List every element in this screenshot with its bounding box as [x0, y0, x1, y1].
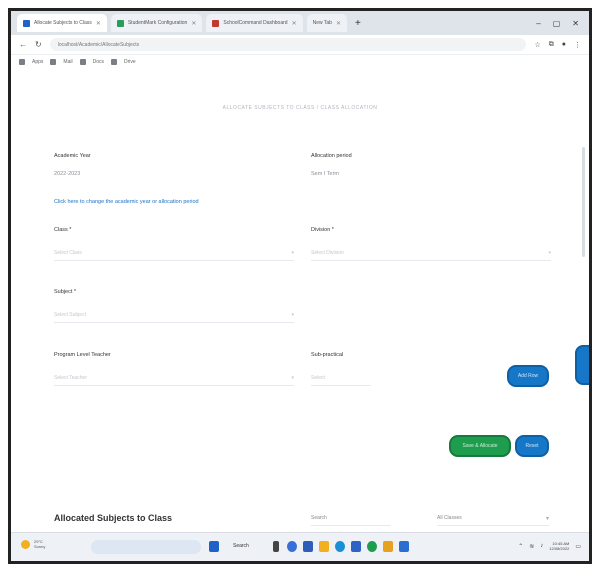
- page-content: ALLOCATE SUBJECTS TO CLASS / CLASS ALLOC…: [11, 69, 589, 539]
- teacher-placeholder: Select Teacher: [54, 374, 87, 381]
- mail-icon[interactable]: [351, 541, 361, 552]
- cursor-app-icon[interactable]: [273, 541, 279, 552]
- taskbar-search-label[interactable]: Search: [233, 543, 249, 549]
- allocated-subjects-title: Allocated Subjects to Class: [54, 513, 173, 523]
- division-label: Division *: [311, 227, 334, 233]
- division-placeholder: Select Division: [311, 249, 344, 256]
- tab-favicon-icon: [116, 19, 124, 27]
- close-icon[interactable]: ✕: [96, 20, 101, 27]
- bookmark-icon: [19, 59, 25, 65]
- subpractical-select[interactable]: Select: [311, 370, 371, 386]
- tab-label: SchoolCommand Dashboard: [223, 20, 288, 26]
- star-icon[interactable]: ☆: [534, 41, 540, 49]
- clock-date: 12/08/2022: [549, 546, 570, 551]
- teacher-label: Program Level Teacher: [54, 352, 111, 358]
- subpractical-label: Sub-practical: [311, 352, 344, 358]
- allocation-period-value: Sem I Term: [311, 171, 340, 177]
- tab-favicon-icon: [212, 19, 220, 27]
- chevron-up-icon[interactable]: ⌃: [518, 543, 523, 550]
- academic-year-value: 2022-2023: [54, 171, 81, 177]
- tab-new[interactable]: New Tab ✕: [306, 14, 347, 32]
- feedback-side-tab[interactable]: [575, 345, 589, 385]
- search-placeholder: Search: [311, 515, 327, 521]
- subpractical-placeholder: Select: [311, 374, 325, 381]
- weather-desc: Sunny: [34, 544, 46, 549]
- sun-icon: [21, 539, 30, 549]
- close-icon[interactable]: ✕: [336, 20, 341, 27]
- bookmarks-bar: Apps Mail Docs Drive: [11, 55, 589, 69]
- chevron-down-icon: ▾: [291, 374, 294, 381]
- start-icon[interactable]: [209, 541, 219, 552]
- reload-icon[interactable]: ↻: [35, 40, 42, 49]
- tab-allocate[interactable]: Allocate Subjects to Class ✕: [17, 14, 107, 32]
- tab-label: Allocate Subjects to Class: [34, 20, 92, 26]
- menu-icon[interactable]: ⋮: [574, 41, 581, 49]
- change-period-link[interactable]: Click here to change the academic year o…: [54, 199, 199, 205]
- bookmark-item[interactable]: Apps: [32, 59, 43, 65]
- chat-icon[interactable]: [287, 541, 297, 552]
- minimize-icon[interactable]: –: [536, 19, 540, 28]
- bookmark-icon: [50, 59, 57, 65]
- close-window-icon[interactable]: ✕: [572, 19, 579, 28]
- edge-icon[interactable]: [335, 541, 345, 552]
- close-icon[interactable]: ✕: [191, 20, 196, 27]
- class-filter-value: All Classes: [437, 515, 462, 521]
- tab-favicon-icon: [23, 19, 30, 27]
- page-title: ALLOCATE SUBJECTS TO CLASS / CLASS ALLOC…: [222, 105, 378, 111]
- chevron-down-icon: ▾: [291, 311, 294, 318]
- clock[interactable]: 10:45 AM 12/08/2022: [549, 541, 569, 551]
- class-filter-select[interactable]: All Classes ▾: [437, 511, 549, 526]
- back-icon[interactable]: ←: [19, 40, 27, 49]
- extensions-icon[interactable]: ⧉: [549, 41, 554, 49]
- bookmark-icon: [110, 59, 117, 65]
- address-bar: ← ↻ localhost/Academic/AllocateSubjects …: [11, 35, 589, 55]
- new-tab-button[interactable]: +: [351, 18, 365, 29]
- tab-strip: Allocate Subjects to Class ✕ StudentMark…: [11, 11, 589, 35]
- class-label: Class *: [54, 227, 72, 233]
- bookmark-item[interactable]: Mail: [63, 59, 72, 65]
- app-icon[interactable]: [383, 541, 393, 552]
- tab-dashboard[interactable]: SchoolCommand Dashboard ✕: [206, 14, 303, 32]
- wifi-icon[interactable]: ≋: [529, 543, 534, 550]
- reset-button[interactable]: Reset: [515, 435, 549, 457]
- class-placeholder: Select Class: [54, 249, 82, 256]
- subject-label: Subject *: [54, 289, 77, 295]
- save-allocate-button[interactable]: Save & Allocate: [449, 435, 511, 457]
- system-tray: ⌃ ≋ ♪ 10:45 AM 12/08/2022 ▭: [518, 541, 581, 551]
- page-scrollbar[interactable]: [582, 147, 585, 257]
- url-text: localhost/Academic/AllocateSubjects: [57, 41, 140, 48]
- tab-label: StudentMark Configuration: [127, 20, 188, 26]
- class-select[interactable]: Select Class ▾: [54, 245, 294, 261]
- bookmark-icon: [79, 59, 86, 65]
- maximize-icon[interactable]: ▢: [553, 19, 561, 28]
- folder-icon[interactable]: [319, 541, 329, 552]
- subject-select[interactable]: Select Subject ▾: [54, 307, 294, 323]
- allocation-period-label: Allocation period: [311, 153, 352, 159]
- store-icon[interactable]: [303, 541, 313, 552]
- search-field[interactable]: Search: [311, 511, 391, 526]
- taskbar: 29°C Sunny Search ⌃ ≋ ♪ 10:45 AM 12/08/2…: [11, 532, 589, 561]
- close-icon[interactable]: ✕: [292, 20, 297, 27]
- tab-label: New Tab: [312, 20, 332, 26]
- chevron-down-icon: ▾: [548, 249, 551, 256]
- url-field[interactable]: localhost/Academic/AllocateSubjects: [49, 38, 527, 51]
- browser-window: Allocate Subjects to Class ✕ StudentMark…: [8, 8, 592, 564]
- subject-placeholder: Select Subject: [54, 311, 86, 318]
- profile-icon[interactable]: ●: [562, 41, 566, 49]
- chevron-down-icon: ▾: [545, 515, 549, 522]
- chevron-down-icon: ▾: [291, 249, 294, 256]
- tab-config[interactable]: StudentMark Configuration ✕: [110, 14, 203, 32]
- app-icon[interactable]: [399, 541, 409, 552]
- chrome-icon[interactable]: [367, 541, 377, 552]
- add-row-button[interactable]: Add Row: [507, 365, 549, 387]
- bookmark-item[interactable]: Docs: [93, 59, 104, 65]
- notification-icon[interactable]: ▭: [575, 543, 581, 550]
- division-select[interactable]: Select Division ▾: [311, 245, 551, 261]
- bookmark-item[interactable]: Drive: [124, 59, 136, 65]
- weather-widget[interactable]: 29°C Sunny: [21, 539, 45, 549]
- volume-icon[interactable]: ♪: [540, 543, 543, 549]
- teacher-select[interactable]: Select Teacher ▾: [54, 370, 294, 386]
- academic-year-label: Academic Year: [54, 153, 91, 159]
- taskbar-search[interactable]: [91, 540, 201, 554]
